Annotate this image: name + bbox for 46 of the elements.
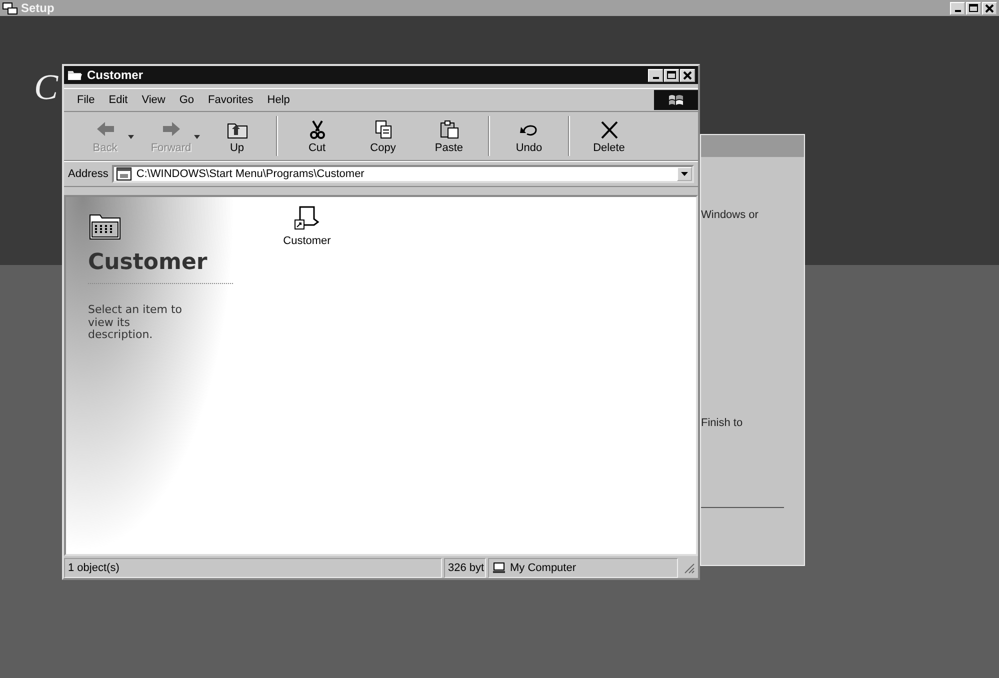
minimize-button[interactable] [648,68,663,82]
status-text: 326 byt [444,558,486,578]
status-text: My Computer [510,562,576,574]
address-label: Address [68,168,108,180]
description-text: Select an item to view its description. [88,304,184,342]
file-label[interactable]: Customer [283,235,331,247]
folder-icon [67,69,83,81]
minimize-icon [652,77,658,79]
folder-heading: Customer [88,250,233,284]
maximize-icon [667,71,676,79]
maximize-icon [969,4,978,12]
close-icon [683,70,692,80]
minimize-icon [954,10,960,12]
dropdown-button[interactable] [677,167,692,181]
caret-icon [681,172,688,176]
up-button[interactable]: Up [204,112,270,160]
close-icon [985,4,994,12]
menu-item[interactable]: Go [172,92,202,108]
dialog-text: Windows or [701,209,760,221]
paste-icon [438,118,460,138]
delete-button[interactable]: Delete [576,112,642,160]
cut-button[interactable]: Cut [284,112,350,160]
resize-grip-icon [683,562,695,574]
computer-icon [492,562,506,574]
menu-item[interactable]: Help [260,92,297,108]
menu-item[interactable]: File [70,92,102,108]
shortcut-icon [294,205,320,231]
menu-item[interactable]: View [134,92,172,108]
maximize-button[interactable] [966,2,981,14]
folder-icon [116,167,132,181]
menu-item[interactable]: Edit [102,92,135,108]
status-text: 1 object(s) [64,558,442,578]
maximize-button[interactable] [664,68,679,82]
address-field[interactable]: C:\WINDOWS\Start Menu\Programs\Customer [112,165,694,183]
dialog-text: Finish to [701,417,744,429]
menu-item[interactable]: Favorites [201,92,260,108]
undo-button[interactable]: Undo [496,112,562,160]
heading-letter: C [33,66,58,108]
setup-icon [2,2,18,14]
close-button[interactable] [680,68,695,82]
minimize-button[interactable] [950,2,965,14]
paste-button[interactable]: Paste [416,112,482,160]
copy-button[interactable]: Copy [350,112,416,160]
close-button[interactable] [982,2,997,14]
window-title: Setup [21,1,56,15]
window-title: Customer [87,68,144,82]
